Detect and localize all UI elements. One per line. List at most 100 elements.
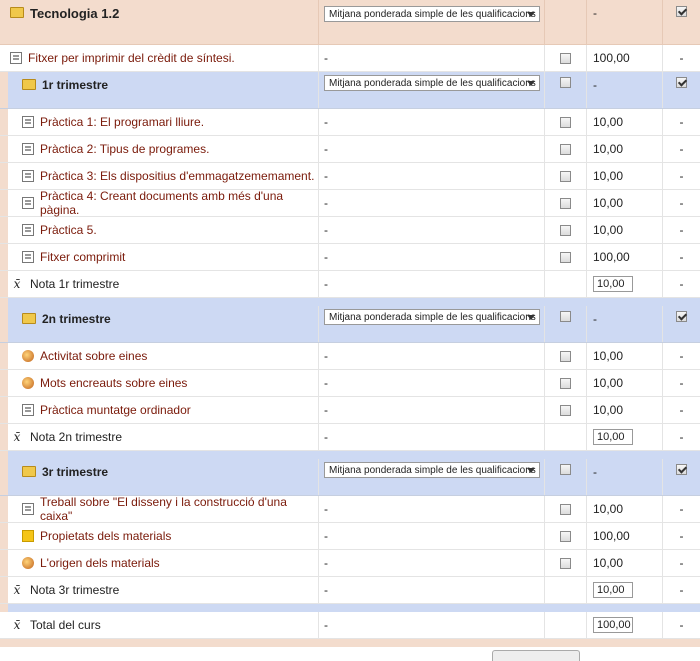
hidden-checkbox[interactable] [560,52,571,64]
max-grade-cell: - [586,459,662,495]
hidden-cell [544,370,586,396]
aggregation-selected-value: Mitjana ponderada simple de les qualific… [329,77,536,89]
aggregation-cell: - [318,45,544,71]
max-grade-value: - [593,312,597,326]
hidden-checkbox[interactable] [560,224,571,236]
hidden-checkbox[interactable] [560,404,571,416]
total-name: Nota 3r trimestre [30,583,120,597]
hidden-checkbox[interactable] [560,143,571,155]
locked-cell: - [662,343,700,369]
hidden-checkbox[interactable] [560,530,571,542]
total-name: Nota 2n trimestre [30,430,123,444]
total-name: Nota 1r trimestre [30,277,120,291]
max-grade-cell: 10,00 [586,271,662,297]
item-name-link[interactable]: L'origen dels materials [40,556,160,570]
hidden-checkbox[interactable] [560,557,571,569]
max-grade-input[interactable]: 10,00 [593,276,633,292]
max-grade-input[interactable]: 10,00 [593,582,633,598]
aggregation-cell: - [318,244,544,270]
max-grade-input[interactable]: 100,00 [593,617,633,633]
item-name-link[interactable]: Pràctica 5. [40,223,97,237]
locked-empty: - [679,223,684,237]
locked-cell: - [662,496,700,522]
aggregation-select[interactable]: Mitjana ponderada simple de les qualific… [324,462,540,478]
aggregation-empty: - [324,618,328,632]
item-name-link[interactable]: Pràctica 3: Els dispositius d'emmagatzem… [40,169,314,183]
locked-empty: - [679,115,684,129]
hidden-checkbox[interactable] [560,311,571,322]
aggregation-cell: - [318,397,544,423]
hidden-checkbox[interactable] [560,251,571,263]
aggregation-cell: - [318,550,544,576]
aggregation-cell: - [318,163,544,189]
max-grade-input[interactable]: 10,00 [593,429,633,445]
hidden-checkbox[interactable] [560,116,571,128]
max-grade-value: 10,00 [593,376,624,390]
hidden-checkbox[interactable] [560,170,571,182]
aggregation-selected-value: Mitjana ponderada simple de les qualific… [329,8,536,20]
item-name-link[interactable]: Pràctica 4: Creant documents amb més d'u… [40,189,318,217]
locked-empty: - [679,277,684,291]
aggregation-cell: - [318,109,544,135]
aggregation-select[interactable]: Mitjana ponderada simple de les qualific… [324,75,540,91]
mean-icon: x̄ [13,277,21,291]
hidden-checkbox[interactable] [560,377,571,389]
locked-cell: - [662,136,700,162]
locked-cell: - [662,217,700,243]
item-name-link[interactable]: Fitxer comprimit [40,250,125,264]
aggregation-empty: - [324,403,328,417]
aggregation-cell: - [318,612,544,638]
hidden-checkbox[interactable] [560,77,571,88]
resource-icon [22,530,34,542]
locked-empty: - [679,349,684,363]
grade-item-row: Pràctica 1: El programari lliure. - 10,00 - [0,109,700,136]
aggregation-select[interactable]: Mitjana ponderada simple de les qualific… [324,309,540,325]
max-grade-cell: 100,00 [586,45,662,71]
hidden-cell [544,550,586,576]
item-name-cell: Pràctica muntatge ordinador [0,397,318,423]
item-name-link[interactable]: Mots encreauts sobre eines [40,376,187,390]
hidden-cell [544,523,586,549]
item-name-cell: Pràctica 5. [0,217,318,243]
aggregation-cell: - [318,136,544,162]
item-name-link[interactable]: Pràctica muntatge ordinador [40,403,191,417]
aggregation-empty: - [324,376,328,390]
locked-cell: - [662,612,700,638]
max-grade-value: - [593,78,597,92]
hidden-checkbox[interactable] [560,197,571,209]
item-name-link[interactable]: Treball sobre "El disseny i la construcc… [40,495,318,523]
hidden-checkbox[interactable] [560,350,571,362]
bottom-button[interactable] [492,650,580,661]
locked-cell: - [662,550,700,576]
gradebook-setup-table: Tecnologia 1.2 Mitjana ponderada simple d… [0,0,700,647]
grade-item-row: Treball sobre "El disseny i la construcc… [0,495,700,523]
max-grade-cell: 10,00 [586,397,662,423]
item-name-cell: x̄ Nota 2n trimestre [0,424,318,450]
aggregation-cell: - [318,523,544,549]
aggregation-cell: Mitjana ponderada simple de les qualific… [318,306,544,342]
item-name-link[interactable]: Fitxer per imprimir del crèdit de síntes… [28,51,235,65]
item-name-cell: Pràctica 2: Tipus de programes. [0,136,318,162]
locked-checkbox[interactable] [676,77,687,88]
locked-checkbox[interactable] [676,311,687,322]
aggregation-select[interactable]: Mitjana ponderada simple de les qualific… [324,6,540,22]
hidden-cell [544,217,586,243]
item-name-link[interactable]: Propietats dels materials [40,529,171,543]
assignment-icon [22,143,34,155]
locked-empty: - [679,556,684,570]
locked-checkbox[interactable] [676,6,687,17]
folder-icon [22,79,36,90]
max-grade-cell: 10,00 [586,550,662,576]
locked-checkbox[interactable] [676,464,687,475]
max-grade-cell: 10,00 [586,370,662,396]
category-row: 3r trimestre Mitjana ponderada simple de … [0,459,700,496]
hidden-checkbox[interactable] [560,464,571,475]
aggregation-cell: - [318,424,544,450]
locked-empty: - [679,430,684,444]
item-name-link[interactable]: Activitat sobre eines [40,349,147,363]
item-name-link[interactable]: Pràctica 1: El programari lliure. [40,115,204,129]
item-name-link[interactable]: Pràctica 2: Tipus de programes. [40,142,209,156]
assignment-icon [10,52,22,64]
hidden-checkbox[interactable] [560,503,571,515]
max-grade-cell: 10,00 [586,496,662,522]
